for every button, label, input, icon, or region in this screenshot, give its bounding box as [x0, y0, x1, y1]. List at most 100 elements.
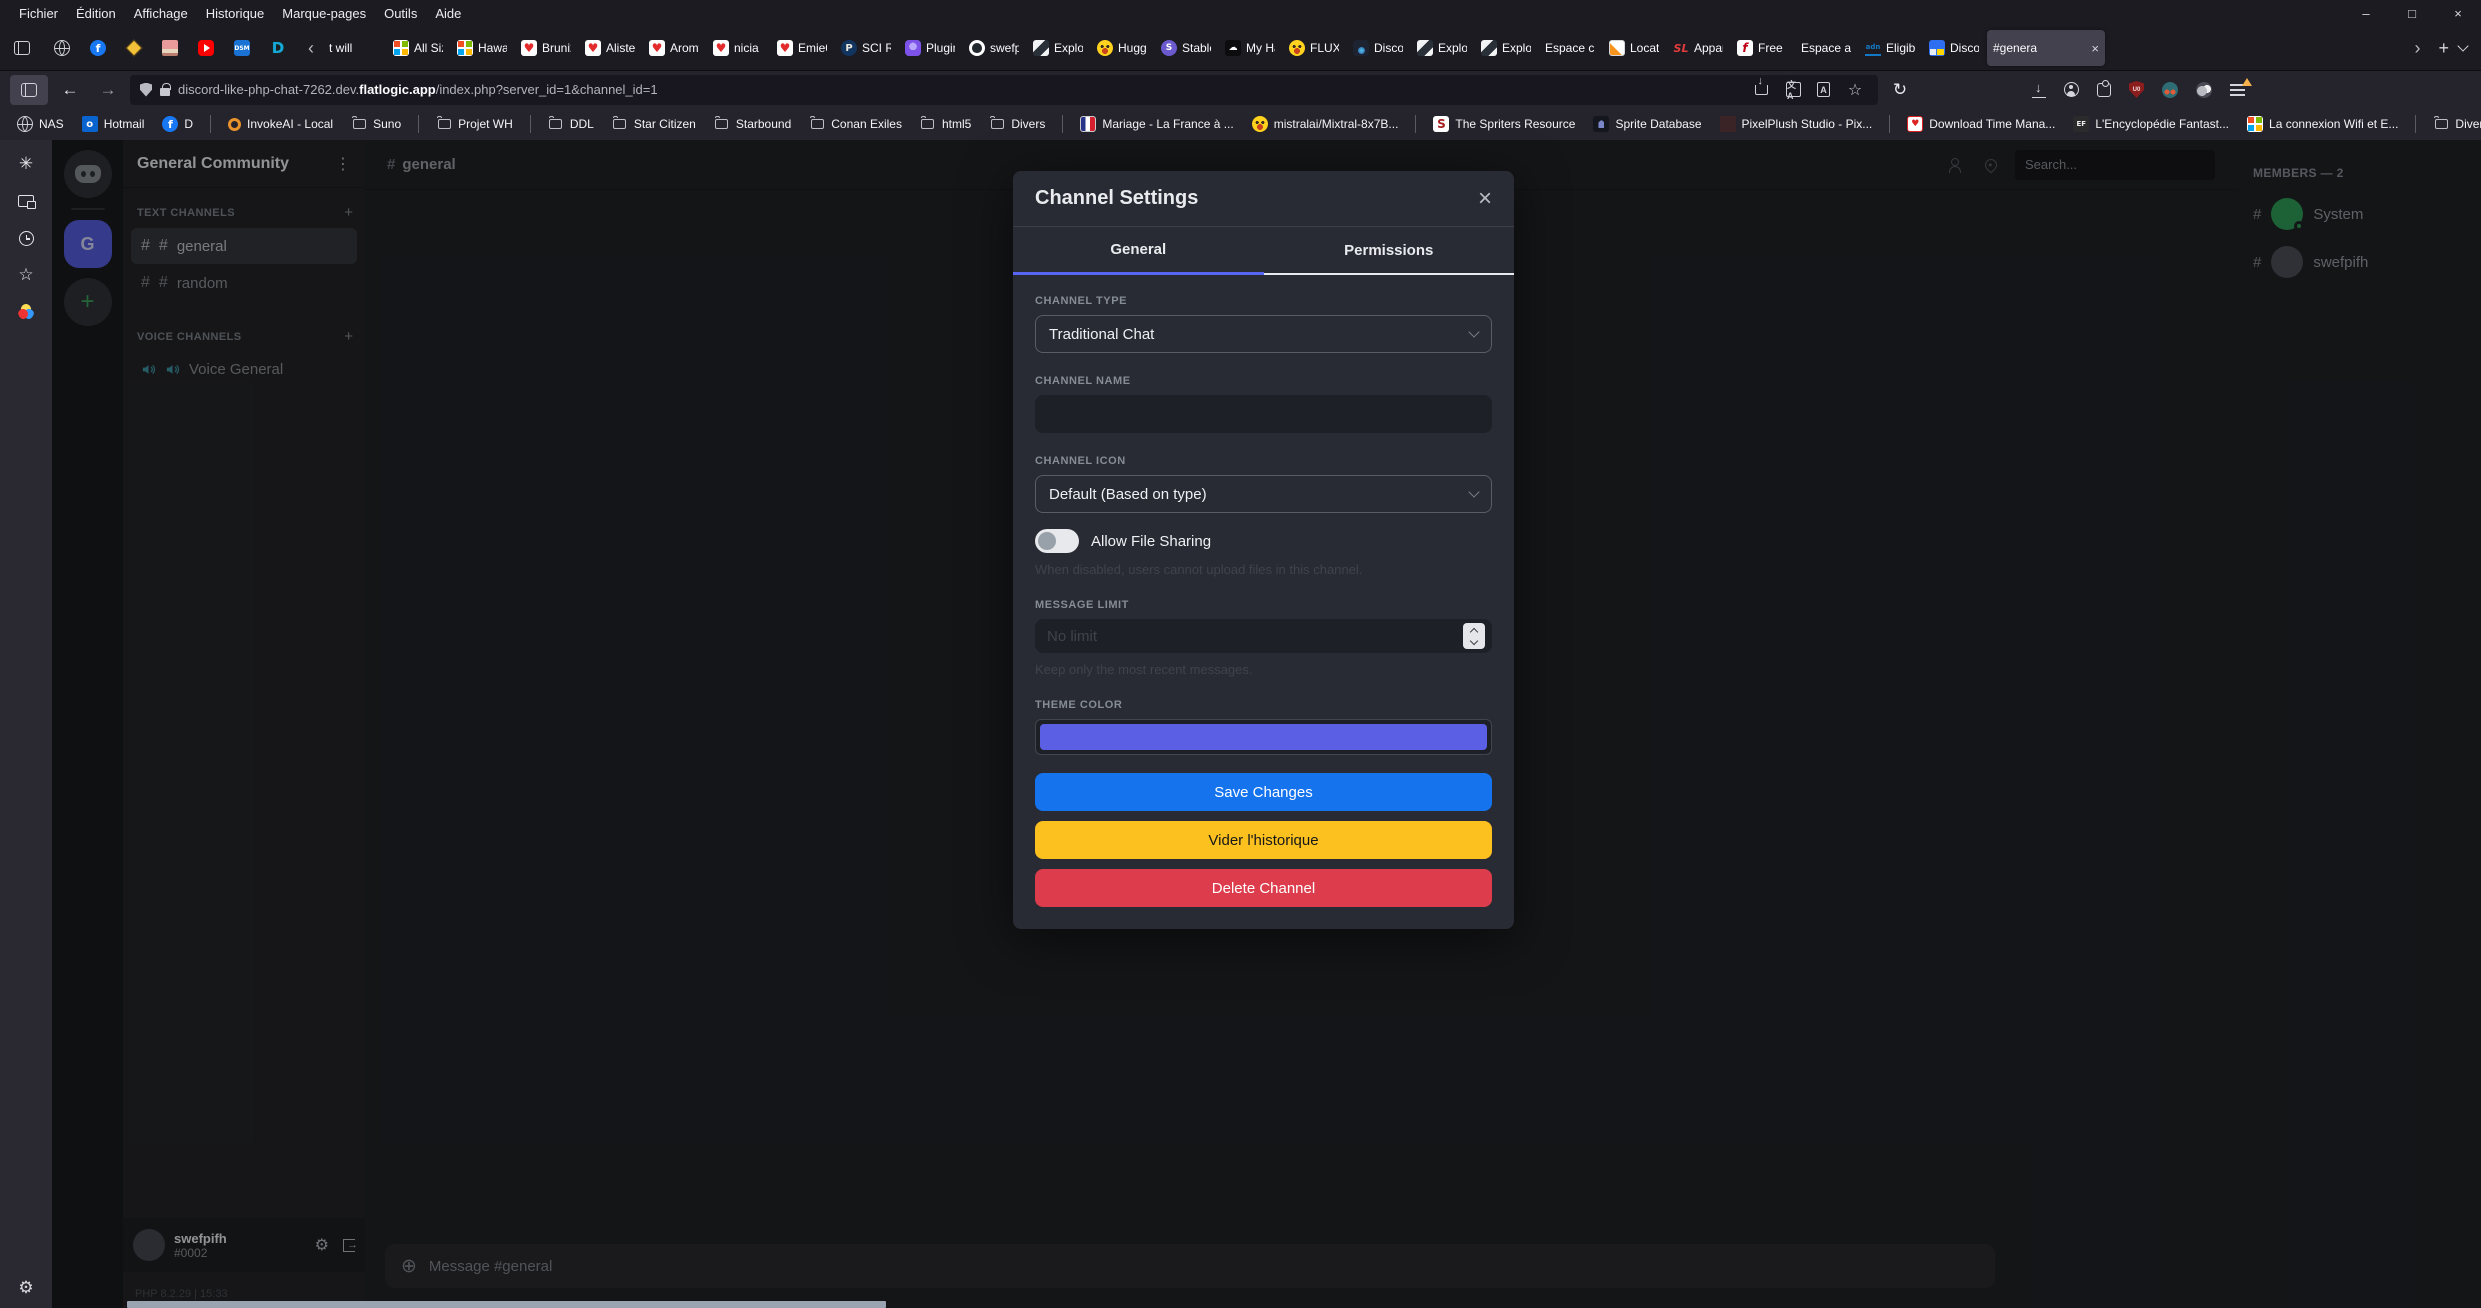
pinned-tab-fb[interactable]: f — [82, 32, 114, 64]
browser-tab[interactable]: Huggi — [1091, 30, 1153, 66]
goggles-extension-icon[interactable] — [2162, 82, 2178, 98]
pinned-tab-gem[interactable] — [118, 32, 150, 64]
voice-channel-item[interactable]: Voice General — [131, 352, 357, 387]
browser-tab[interactable]: Plugin — [899, 30, 961, 66]
number-spinner[interactable] — [1463, 623, 1485, 649]
extension-icon[interactable] — [2196, 82, 2212, 98]
close-tab-icon[interactable]: × — [2091, 41, 2099, 56]
sidebar-settings-gear-icon[interactable]: ⚙ — [0, 1278, 52, 1298]
ublock-icon[interactable]: U0 — [2129, 81, 2144, 98]
pinned-tab-pixel[interactable] — [154, 32, 186, 64]
star-icon[interactable]: ☆ — [16, 265, 36, 285]
tab-permissions[interactable]: Permissions — [1264, 227, 1515, 275]
browser-tab[interactable]: All Siz — [387, 30, 449, 66]
browser-tab[interactable]: #genera× — [1987, 30, 2105, 66]
browser-tab[interactable]: ☁My Ha — [1219, 30, 1281, 66]
logout-icon[interactable] — [343, 1239, 355, 1252]
pin-icon[interactable] — [1983, 156, 2000, 173]
bookmark-item[interactable]: La connexion Wifi et E... — [2240, 113, 2405, 135]
add-text-channel-button[interactable]: + — [344, 204, 353, 221]
browser-tab[interactable]: swefpi — [963, 30, 1025, 66]
bookmark-item[interactable]: Suno — [344, 113, 408, 135]
settings-gear-icon[interactable]: ⚙ — [315, 1235, 329, 1255]
browser-tab[interactable]: Discor — [1347, 30, 1409, 66]
menu-marque-pages[interactable]: Marque-pages — [273, 3, 375, 24]
search-input[interactable] — [2015, 150, 2215, 180]
browser-tab[interactable]: Espace clie — [1539, 30, 1601, 66]
account-icon[interactable] — [2064, 82, 2079, 97]
bookmark-star-icon[interactable]: ☆ — [1846, 81, 1864, 99]
theme-color-input[interactable] — [1035, 719, 1492, 755]
clock-icon[interactable] — [16, 228, 36, 248]
channel-type-select[interactable]: Traditional Chat — [1035, 315, 1492, 353]
pinned-tab-dwave[interactable]: D — [262, 32, 294, 64]
shield-icon[interactable] — [140, 83, 152, 97]
browser-tab[interactable]: Hawai — [451, 30, 513, 66]
browser-tab[interactable]: Locati — [1603, 30, 1665, 66]
menu-affichage[interactable]: Affichage — [125, 3, 197, 24]
message-input[interactable] — [429, 1258, 1979, 1275]
url-bar[interactable]: discord-like-php-chat-7262.dev.flatlogic… — [130, 75, 1878, 105]
bookmark-item[interactable]: DDL — [541, 113, 601, 135]
browser-tab[interactable]: Espace abo — [1795, 30, 1857, 66]
browser-tab[interactable]: Explor — [1475, 30, 1537, 66]
member-row[interactable]: #swefpifh — [2253, 246, 2481, 278]
bookmark-item[interactable]: PixelPlush Studio - Pix... — [1713, 113, 1880, 135]
bookmark-item[interactable]: fD — [155, 113, 200, 135]
add-server-button[interactable]: + — [64, 278, 112, 326]
new-tab-button[interactable]: + — [2438, 38, 2449, 59]
browser-tab[interactable]: ♥Aromy — [643, 30, 705, 66]
reload-button[interactable]: ↻ — [1884, 80, 1916, 100]
downloads-icon[interactable] — [2032, 83, 2046, 97]
browser-tab[interactable]: ♥nicia — [707, 30, 769, 66]
browser-tab[interactable]: ♥Emie0 — [771, 30, 833, 66]
delete-channel-button[interactable]: Delete Channel — [1035, 869, 1492, 907]
cast-icon[interactable] — [16, 191, 36, 211]
bookmark-item[interactable]: SThe Spriters Resource — [1426, 113, 1582, 135]
chatgpt-icon[interactable]: ✳ — [16, 154, 36, 174]
pinned-tab-globe[interactable] — [46, 32, 78, 64]
browser-tab[interactable]: adnEligibi — [1859, 30, 1921, 66]
sidebar-toggle-button[interactable] — [10, 75, 48, 105]
translate-icon[interactable]: 文A — [1786, 82, 1801, 97]
browser-tab[interactable]: Discor — [1923, 30, 1985, 66]
firefox-view-button[interactable] — [4, 32, 40, 64]
browser-tab[interactable]: Explor — [1411, 30, 1473, 66]
colors-icon[interactable] — [16, 302, 36, 322]
app-menu-icon[interactable] — [2230, 84, 2245, 96]
list-all-tabs-icon[interactable] — [2457, 40, 2468, 51]
browser-tab[interactable]: ♥Alister — [579, 30, 641, 66]
bookmark-item[interactable]: Divers — [2426, 113, 2481, 135]
close-icon[interactable]: × — [1478, 187, 1492, 211]
server-header[interactable]: General Community ⋮ — [123, 140, 365, 188]
browser-tab[interactable]: fFree : — [1731, 30, 1793, 66]
message-limit-input[interactable] — [1035, 619, 1492, 653]
bookmark-item[interactable]: InvokeAI - Local — [221, 114, 340, 134]
bookmark-item[interactable]: Conan Exiles — [802, 113, 909, 135]
attach-plus-icon[interactable]: ⊕ — [401, 1255, 417, 1278]
browser-tab[interactable]: FLUX.2 — [1283, 30, 1345, 66]
channel-item-random[interactable]: ##random — [131, 265, 357, 301]
tab-general[interactable]: General — [1013, 227, 1264, 275]
bookmark-item[interactable]: Projet WH — [429, 113, 520, 135]
bookmark-item[interactable]: Starbound — [707, 113, 798, 135]
browser-tab[interactable]: ♥Bruni2 — [515, 30, 577, 66]
browser-tab[interactable]: t will — [323, 30, 385, 66]
bookmark-item[interactable]: Star Citizen — [605, 113, 703, 135]
menu-aide[interactable]: Aide — [426, 3, 470, 24]
bookmark-item[interactable]: ♥Download Time Mana... — [1900, 113, 2062, 135]
scroll-tabs-left-icon[interactable]: ‹ — [300, 38, 322, 59]
pinned-tab-yt[interactable] — [190, 32, 222, 64]
channel-name-input[interactable] — [1035, 395, 1492, 433]
bookmark-item[interactable]: Sprite Database — [1586, 113, 1708, 135]
bookmark-item[interactable]: EFL'Encyclopédie Fantast... — [2066, 113, 2236, 135]
menu-outils[interactable]: Outils — [375, 3, 426, 24]
back-button[interactable]: ← — [54, 80, 86, 100]
save-page-icon[interactable] — [1752, 81, 1770, 99]
server-menu-icon[interactable]: ⋮ — [335, 154, 351, 174]
forward-button[interactable]: → — [92, 80, 124, 100]
browser-tab[interactable]: SStable — [1155, 30, 1217, 66]
bookmark-item[interactable]: Divers — [982, 113, 1052, 135]
server-button-general[interactable]: G — [64, 220, 112, 268]
members-toggle-icon[interactable] — [1949, 158, 1967, 172]
